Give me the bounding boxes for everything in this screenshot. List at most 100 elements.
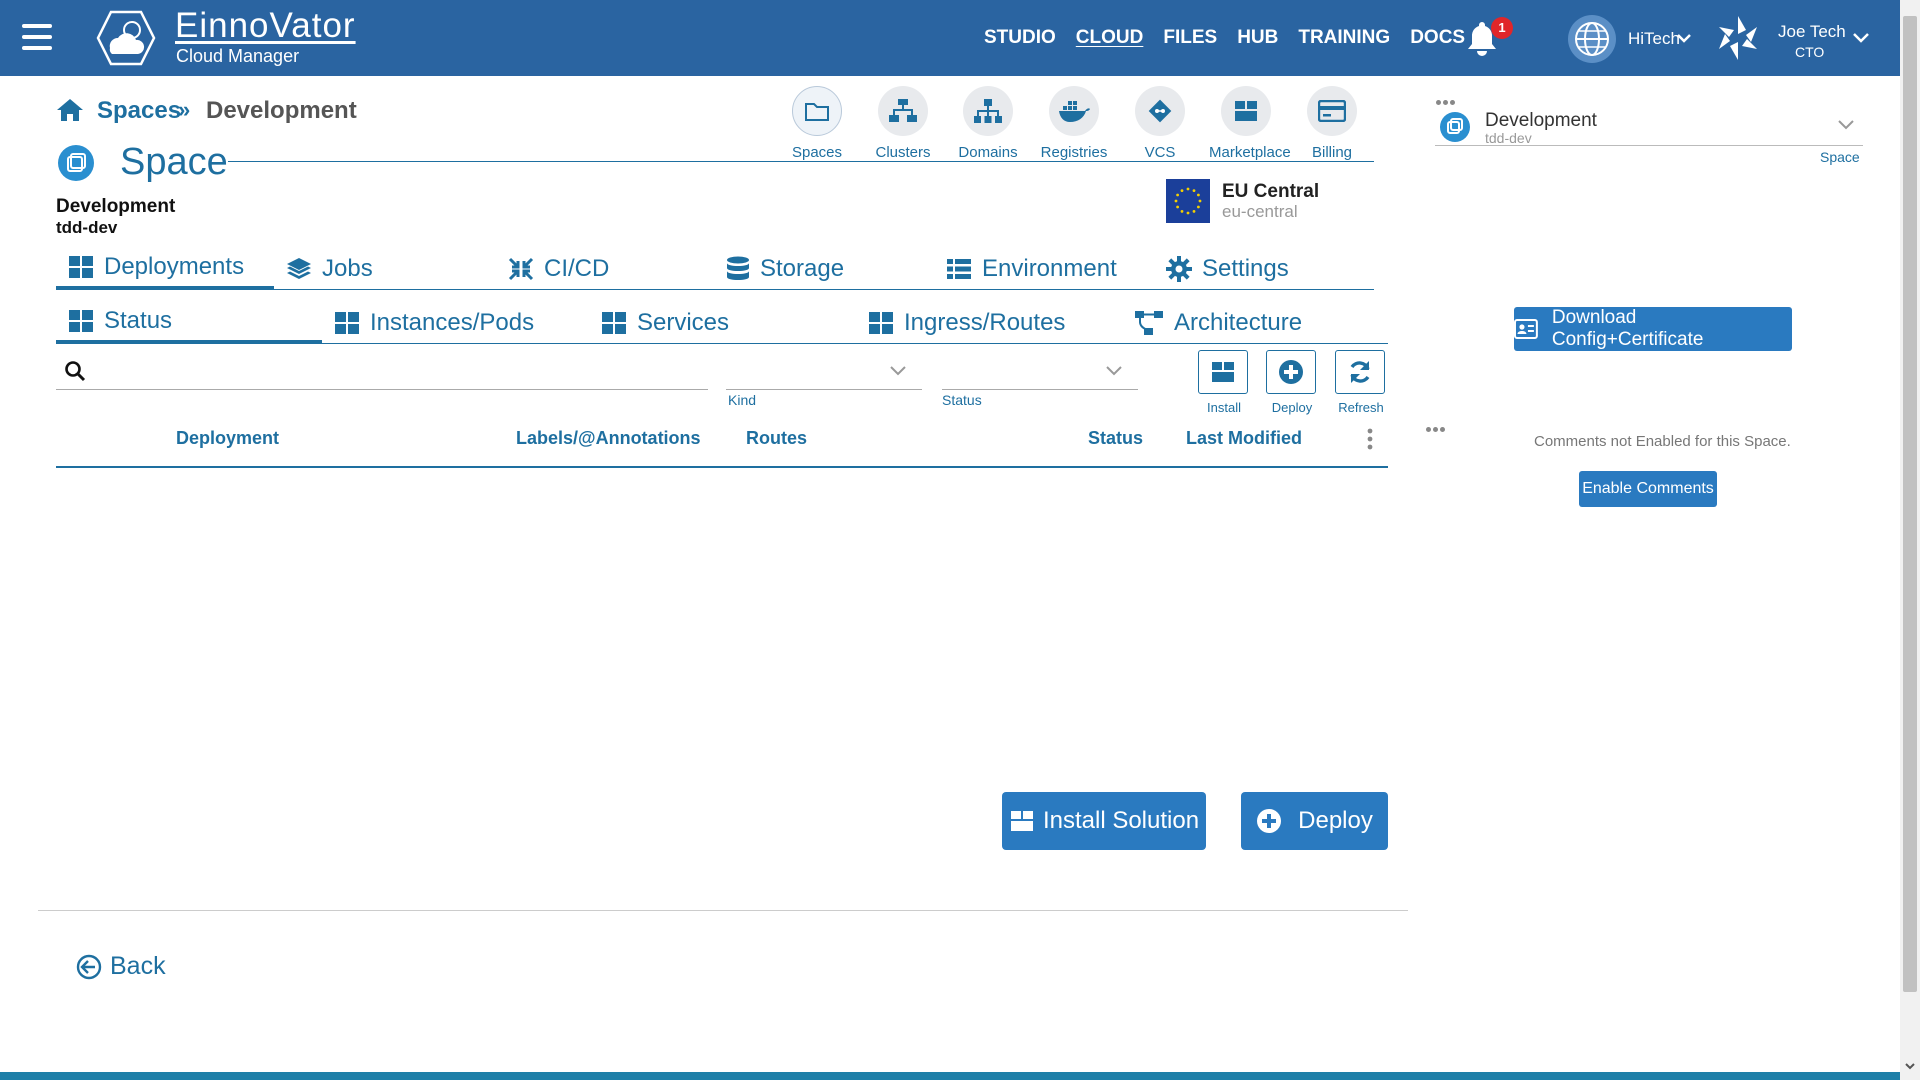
refresh-tool-button[interactable]: Refresh: [1335, 350, 1387, 415]
layers-icon: [287, 257, 311, 279]
subtab-instances-pods[interactable]: Instances/Pods: [334, 302, 534, 343]
tab-label: Instances/Pods: [370, 308, 535, 336]
search-icon: [65, 361, 86, 382]
grid-icon: [69, 256, 93, 278]
search-input[interactable]: [56, 354, 708, 390]
column-routes[interactable]: Routes: [746, 428, 807, 449]
install-solution-button[interactable]: Install Solution: [1002, 792, 1206, 850]
breadcrumb-separator: »: [178, 97, 191, 122]
column-last-modified[interactable]: Last Modified: [1186, 428, 1302, 449]
folder-icon: [805, 103, 829, 121]
eu-flag-icon: [1166, 179, 1210, 223]
deploy-tool-button[interactable]: Deploy: [1266, 350, 1318, 415]
nav-hub[interactable]: HUB: [1237, 27, 1278, 49]
tab-label: Settings: [1202, 254, 1289, 282]
scrollbar-thumb[interactable]: [1903, 16, 1917, 992]
chevron-down-icon[interactable]: [1836, 114, 1856, 134]
space-select-label: Space: [1820, 149, 1860, 165]
menu-icon[interactable]: [22, 24, 52, 50]
nav-training[interactable]: TRAINING: [1298, 27, 1390, 49]
tab-jobs[interactable]: Jobs: [286, 248, 373, 289]
main-tabs: Deployments Jobs CI/CD Storage Environme…: [56, 248, 1374, 290]
back-label: Back: [110, 952, 166, 980]
subtab-status[interactable]: Status: [56, 302, 322, 343]
nav-cloud[interactable]: CLOUD: [1076, 27, 1144, 49]
grid-icon: [869, 311, 893, 334]
quicknav-underline: [780, 161, 1374, 162]
quicknav-registries[interactable]: Registries: [1037, 86, 1111, 161]
kind-label: Kind: [728, 392, 757, 408]
column-status[interactable]: Status: [1088, 428, 1143, 449]
sitemap-icon: [974, 99, 1002, 123]
column-deployment[interactable]: Deployment: [176, 428, 279, 449]
tab-deployments[interactable]: Deployments: [56, 248, 274, 289]
table-list-icon: [947, 258, 971, 279]
column-labels-annotations[interactable]: Labels/@Annotations: [516, 428, 701, 449]
tool-label: Refresh: [1338, 400, 1384, 415]
org-avatar[interactable]: [1568, 15, 1616, 63]
app-subtitle: Cloud Manager: [176, 46, 300, 66]
tab-label: Jobs: [322, 254, 373, 282]
tab-label: Deployments: [104, 253, 245, 280]
user-name[interactable]: Joe Tech: [1778, 22, 1846, 42]
scroll-down-icon[interactable]: [1904, 1060, 1916, 1072]
tool-label: Deploy: [1271, 400, 1313, 415]
credit-card-icon: [1318, 100, 1346, 122]
deploy-button[interactable]: Deploy: [1241, 792, 1388, 850]
org-name[interactable]: HiTech: [1628, 29, 1680, 49]
tab-label: CI/CD: [544, 254, 610, 282]
quicknav-billing[interactable]: Billing: [1295, 86, 1369, 161]
chevron-down-icon[interactable]: [1676, 30, 1692, 46]
download-config-button[interactable]: Download Config+Certificate: [1514, 307, 1792, 351]
subtab-architecture[interactable]: Architecture: [1134, 302, 1302, 343]
quicknav-clusters[interactable]: Clusters: [866, 86, 940, 161]
quicknav-vcs[interactable]: VCS: [1123, 86, 1197, 161]
kebab-menu-icon[interactable]: [1366, 428, 1374, 450]
status-label: Status: [942, 392, 982, 408]
enable-comments-button[interactable]: Enable Comments: [1579, 471, 1717, 507]
nav-studio[interactable]: STUDIO: [984, 27, 1056, 49]
compress-arrows-icon: [508, 257, 534, 280]
subtab-ingress-routes[interactable]: Ingress/Routes: [868, 302, 1065, 343]
region-name: EU Central: [1222, 181, 1320, 202]
home-icon[interactable]: [56, 98, 84, 122]
back-link[interactable]: Back: [76, 952, 166, 981]
button-label: Download Config+Certificate: [1551, 307, 1704, 350]
app-logo-icon[interactable]: [96, 10, 156, 66]
diagram-project-icon: [1135, 310, 1163, 335]
gear-icon: [1166, 255, 1192, 282]
chevron-down-icon[interactable]: [1852, 30, 1870, 46]
quicknav-domains[interactable]: Domains: [951, 86, 1025, 161]
database-icon: [727, 256, 749, 280]
quicknav-marketplace[interactable]: Marketplace: [1209, 86, 1291, 161]
space-select-name[interactable]: Development: [1485, 110, 1597, 132]
status-select[interactable]: [942, 354, 1138, 390]
app-title[interactable]: EinnoVator: [175, 6, 356, 46]
breadcrumb-spaces[interactable]: Spaces: [97, 97, 181, 125]
tab-storage[interactable]: Storage: [726, 248, 844, 289]
quicknav-spaces[interactable]: Spaces: [780, 86, 854, 161]
notification-badge: 1: [1491, 17, 1513, 39]
grid-icon: [335, 311, 359, 334]
panel-more-icon[interactable]: [1436, 92, 1458, 105]
plus-circle-icon: [1279, 360, 1303, 384]
tab-label: Storage: [760, 254, 845, 282]
user-avatar-icon[interactable]: [1712, 12, 1764, 64]
quicknav-label: Registries: [1040, 144, 1108, 161]
nav-files[interactable]: FILES: [1163, 27, 1217, 49]
tab-environment[interactable]: Environment: [946, 248, 1117, 289]
quicknav-label: Marketplace: [1209, 144, 1291, 161]
nav-docs[interactable]: DOCS: [1410, 27, 1465, 49]
tab-settings[interactable]: Settings: [1166, 248, 1289, 289]
comments-more-icon[interactable]: [1426, 419, 1448, 432]
footer-divider: [38, 910, 1408, 911]
space-id: tdd-dev: [56, 218, 118, 237]
kind-select[interactable]: [726, 354, 922, 390]
grid-icon: [69, 310, 93, 332]
tab-cicd[interactable]: CI/CD: [508, 248, 609, 289]
breadcrumb-current: Development: [206, 97, 357, 124]
sub-tabs: Status Instances/Pods Services Ingress/R…: [56, 302, 1388, 344]
subtab-services[interactable]: Services: [601, 302, 729, 343]
tab-label: Status: [104, 307, 173, 334]
install-tool-button[interactable]: Install: [1198, 350, 1250, 415]
